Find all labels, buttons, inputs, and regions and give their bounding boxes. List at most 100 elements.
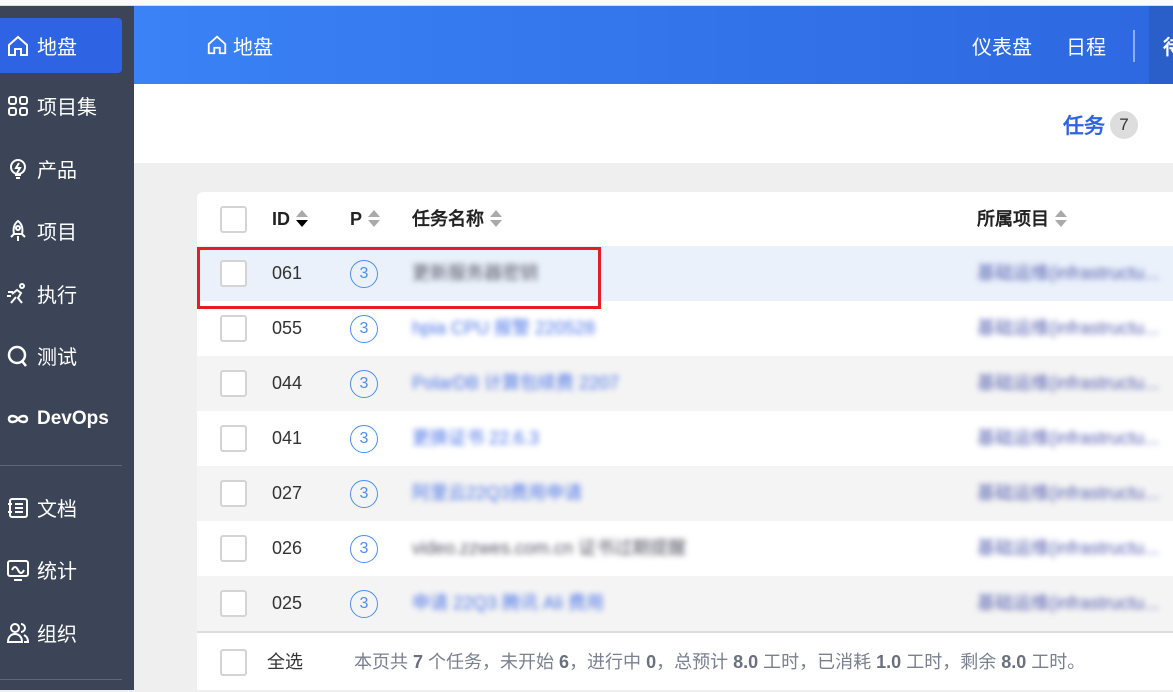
sidebar-item-execution[interactable]: 执行	[0, 266, 122, 321]
users-icon	[6, 622, 30, 643]
task-name-link[interactable]: video.zzwes.com.cn 证书过期提醒	[412, 521, 686, 576]
column-label: 所属项目	[977, 209, 1049, 229]
row-checkbox[interactable]	[220, 315, 247, 342]
priority-badge: 3	[350, 425, 378, 453]
row-checkbox[interactable]	[220, 480, 247, 507]
table-row[interactable]: 055 3 hpia CPU 报警 220528 基础运维(infrastruc…	[197, 301, 1173, 356]
column-label: ID	[272, 209, 290, 229]
select-all-label[interactable]: 全选	[267, 633, 303, 692]
column-project[interactable]: 所属项目	[977, 192, 1067, 246]
task-id: 026	[272, 538, 303, 558]
sidebar-item-project[interactable]: 项目	[0, 203, 122, 258]
project-link[interactable]: 基础运维(infrastructu...	[977, 521, 1159, 576]
project-link[interactable]: 基础运维(infrastructu...	[977, 411, 1159, 466]
priority-badge: 3	[350, 370, 378, 398]
summary-part: 0	[646, 652, 657, 672]
tab-tasks[interactable]: 任务 7	[1063, 110, 1138, 140]
sort-icon	[1055, 210, 1067, 228]
infinity-icon	[7, 414, 29, 423]
sidebar-divider	[0, 679, 122, 680]
project-link[interactable]: 基础运维(infrastructu...	[977, 356, 1159, 411]
sub-navigation: 任务 7	[134, 84, 1173, 163]
nav-separator	[1133, 30, 1135, 62]
priority-badge: 3	[350, 590, 378, 618]
summary-part: 工时，已消耗	[758, 652, 877, 672]
grid-icon	[8, 95, 28, 116]
table-header: ID P 任务名称 所属项目	[197, 192, 1173, 246]
summary-part: 工时。	[1026, 652, 1086, 672]
sidebar-item-label: 地盘	[37, 37, 77, 59]
summary-part: 7	[413, 652, 424, 672]
summary-part: 个任务，未开始	[423, 652, 560, 672]
sidebar-item-label: 测试	[37, 347, 77, 369]
rocket-icon	[10, 219, 26, 241]
column-label: 任务名称	[412, 209, 484, 229]
sidebar-item-label: 文档	[37, 499, 77, 521]
summary-part: 本页共	[354, 652, 414, 672]
task-id: 055	[272, 318, 303, 338]
sidebar-item-label: 项目	[37, 222, 77, 244]
sidebar-item-doc[interactable]: 文档	[0, 480, 122, 535]
table-row[interactable]: 027 3 阿里云22Q3费用申请 基础运维(infrastructu...	[197, 466, 1173, 521]
sidebar-item-label: 产品	[37, 160, 77, 182]
row-checkbox[interactable]	[220, 590, 247, 617]
home-icon	[8, 35, 28, 56]
summary-part: 6	[559, 652, 570, 672]
sidebar-item-label: 执行	[37, 285, 77, 307]
home-icon	[207, 35, 227, 55]
priority-badge: 3	[350, 535, 378, 563]
header-checkbox[interactable]	[220, 206, 247, 233]
select-all-checkbox[interactable]	[220, 649, 247, 676]
column-task-name[interactable]: 任务名称	[412, 192, 502, 246]
sidebar-item-dashboard[interactable]: 地盘	[0, 18, 122, 73]
sidebar-item-product[interactable]: 产品	[0, 141, 122, 196]
row-checkbox[interactable]	[220, 425, 247, 452]
tab-label: 任务	[1063, 115, 1105, 138]
task-id: 025	[272, 593, 303, 613]
table-row[interactable]: 044 3 PolarDB 计算包续费 2207 基础运维(infrastruc…	[197, 356, 1173, 411]
sidebar-item-devops[interactable]: DevOps	[0, 391, 122, 446]
project-link[interactable]: 基础运维(infrastructu...	[977, 301, 1159, 356]
priority-badge: 3	[350, 315, 378, 343]
document-icon	[8, 497, 28, 518]
column-id[interactable]: ID	[272, 192, 308, 246]
sidebar-item-label: DevOps	[37, 407, 109, 429]
column-label: P	[350, 209, 363, 229]
nav-dashboard[interactable]: 仪表盘	[972, 6, 1032, 84]
table-row[interactable]: 026 3 video.zzwes.com.cn 证书过期提醒 基础运维(inf…	[197, 521, 1173, 576]
running-icon	[7, 282, 25, 304]
sidebar-item-label: 统计	[37, 561, 77, 583]
row-checkbox[interactable]	[220, 535, 247, 562]
project-link[interactable]: 基础运维(infrastructu...	[977, 466, 1159, 521]
breadcrumb[interactable]: 地盘	[206, 6, 273, 84]
sidebar-item-org[interactable]: 组织	[0, 605, 122, 660]
nav-calendar[interactable]: 日程	[1066, 6, 1106, 84]
summary-part: ，总预计	[656, 652, 734, 672]
table-row[interactable]: 025 3 申请 22Q3 腾讯 Ali 费用 基础运维(infrastruct…	[197, 576, 1173, 631]
sort-icon	[490, 210, 502, 228]
summary-text: 本页共 7 个任务，未开始 6，进行中 0，总预计 8.0 工时，已消耗 1.0…	[354, 633, 1085, 692]
summary-part: 8.0	[733, 652, 759, 672]
task-name-link[interactable]: 阿里云22Q3费用申请	[412, 466, 582, 521]
task-name-link[interactable]: 申请 22Q3 腾讯 Ali 费用	[412, 576, 604, 631]
task-id: 041	[272, 428, 303, 448]
project-link[interactable]: 基础运维(infrastructu...	[977, 246, 1159, 301]
sidebar-item-program[interactable]: 项目集	[0, 78, 122, 133]
sidebar-item-test[interactable]: 测试	[0, 328, 122, 383]
sidebar-item-stats[interactable]: 统计	[0, 542, 122, 597]
task-name-link[interactable]: 更换证书 22.6.3	[412, 411, 539, 466]
sort-icon	[368, 210, 381, 228]
project-link[interactable]: 基础运维(infrastructu...	[977, 576, 1159, 631]
task-name-link[interactable]: PolarDB 计算包续费 2207	[412, 356, 619, 411]
highlight-box	[197, 247, 601, 309]
nav-todo[interactable]: 待办	[1149, 6, 1173, 84]
row-checkbox[interactable]	[220, 370, 247, 397]
table-footer: 全选 本页共 7 个任务，未开始 6，进行中 0，总预计 8.0 工时，已消耗 …	[197, 631, 1173, 690]
sidebar-item-label: 项目集	[37, 97, 97, 119]
lightbulb-icon	[10, 158, 26, 179]
task-name-link[interactable]: hpia CPU 报警 220528	[412, 301, 595, 356]
column-priority[interactable]: P	[350, 192, 381, 246]
summary-part: 8.0	[1001, 652, 1027, 672]
task-id: 027	[272, 483, 303, 503]
table-row[interactable]: 041 3 更换证书 22.6.3 基础运维(infrastructu...	[197, 411, 1173, 466]
